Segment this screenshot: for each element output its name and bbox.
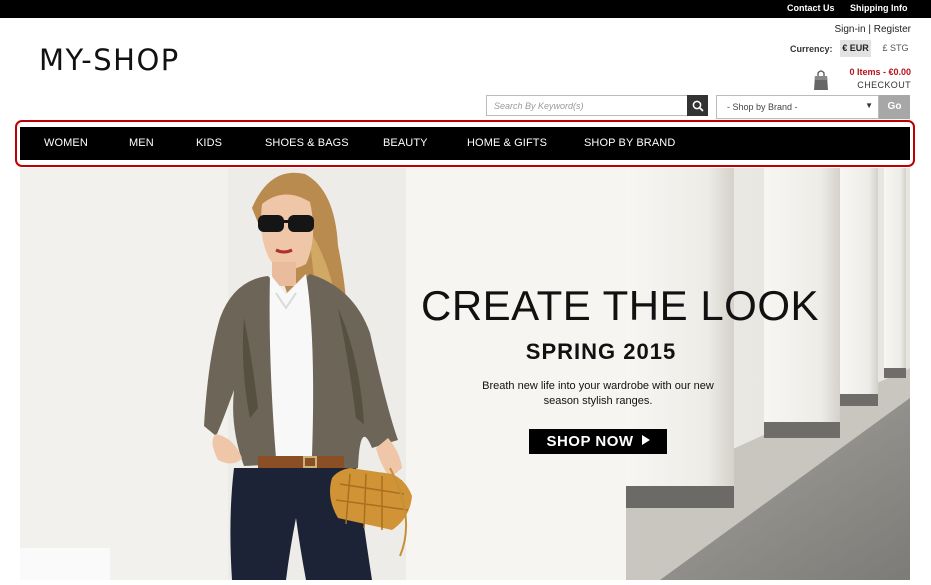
cart-summary[interactable]: 0 Items - €0.00 — [849, 67, 911, 77]
nav-item-home-gifts[interactable]: HOME & GIFTS — [467, 137, 547, 149]
shop-now-label: SHOP NOW — [546, 433, 634, 450]
nav-item-shop-by-brand[interactable]: SHOP BY BRAND — [584, 137, 675, 149]
hero-photo — [20, 168, 910, 580]
site-logo[interactable]: MY-SHOP — [39, 43, 180, 77]
hero-description: Breath new life into your wardrobe with … — [482, 380, 714, 407]
currency-label: Currency: — [790, 44, 833, 54]
register-link[interactable]: Register — [874, 24, 911, 35]
nav-item-women[interactable]: WOMEN — [44, 137, 88, 149]
play-arrow-icon — [641, 435, 650, 445]
shop-by-brand-select[interactable]: - Shop by Brand - ▼ — [716, 95, 879, 119]
brand-select-value: - Shop by Brand - — [727, 102, 798, 112]
account-links: Sign-in | Register — [834, 24, 911, 35]
dropdown-arrow-icon: ▼ — [865, 101, 873, 110]
top-utility-bar: Contact Us Shipping Info — [0, 0, 931, 18]
hero-banner[interactable]: CREATE THE LOOK SPRING 2015 Breath new l… — [20, 168, 910, 580]
search-icon — [692, 100, 704, 112]
hero-title: CREATE THE LOOK — [421, 282, 820, 329]
search-input[interactable] — [486, 95, 688, 116]
nav-item-beauty[interactable]: BEAUTY — [383, 137, 428, 149]
shipping-info-link[interactable]: Shipping Info — [850, 3, 908, 13]
main-navigation: WOMEN MEN KIDS SHOES & BAGS BEAUTY HOME … — [20, 127, 910, 160]
nav-item-kids[interactable]: KIDS — [196, 137, 222, 149]
shop-now-button[interactable]: SHOP NOW — [529, 429, 667, 454]
search-button[interactable] — [687, 95, 708, 116]
go-button[interactable]: Go — [879, 95, 910, 119]
hero-subtitle: SPRING 2015 — [525, 339, 677, 364]
account-separator: | — [865, 24, 874, 35]
currency-stg-button[interactable]: £ STG — [880, 40, 911, 57]
shopping-bag-icon[interactable] — [813, 69, 829, 91]
nav-item-men[interactable]: MEN — [129, 137, 154, 149]
currency-eur-button[interactable]: € EUR — [840, 40, 871, 57]
checkout-link[interactable]: CHECKOUT — [857, 80, 911, 90]
nav-item-shoes-bags[interactable]: SHOES & BAGS — [265, 137, 349, 149]
sign-in-link[interactable]: Sign-in — [834, 24, 865, 35]
contact-us-link[interactable]: Contact Us — [787, 3, 835, 13]
